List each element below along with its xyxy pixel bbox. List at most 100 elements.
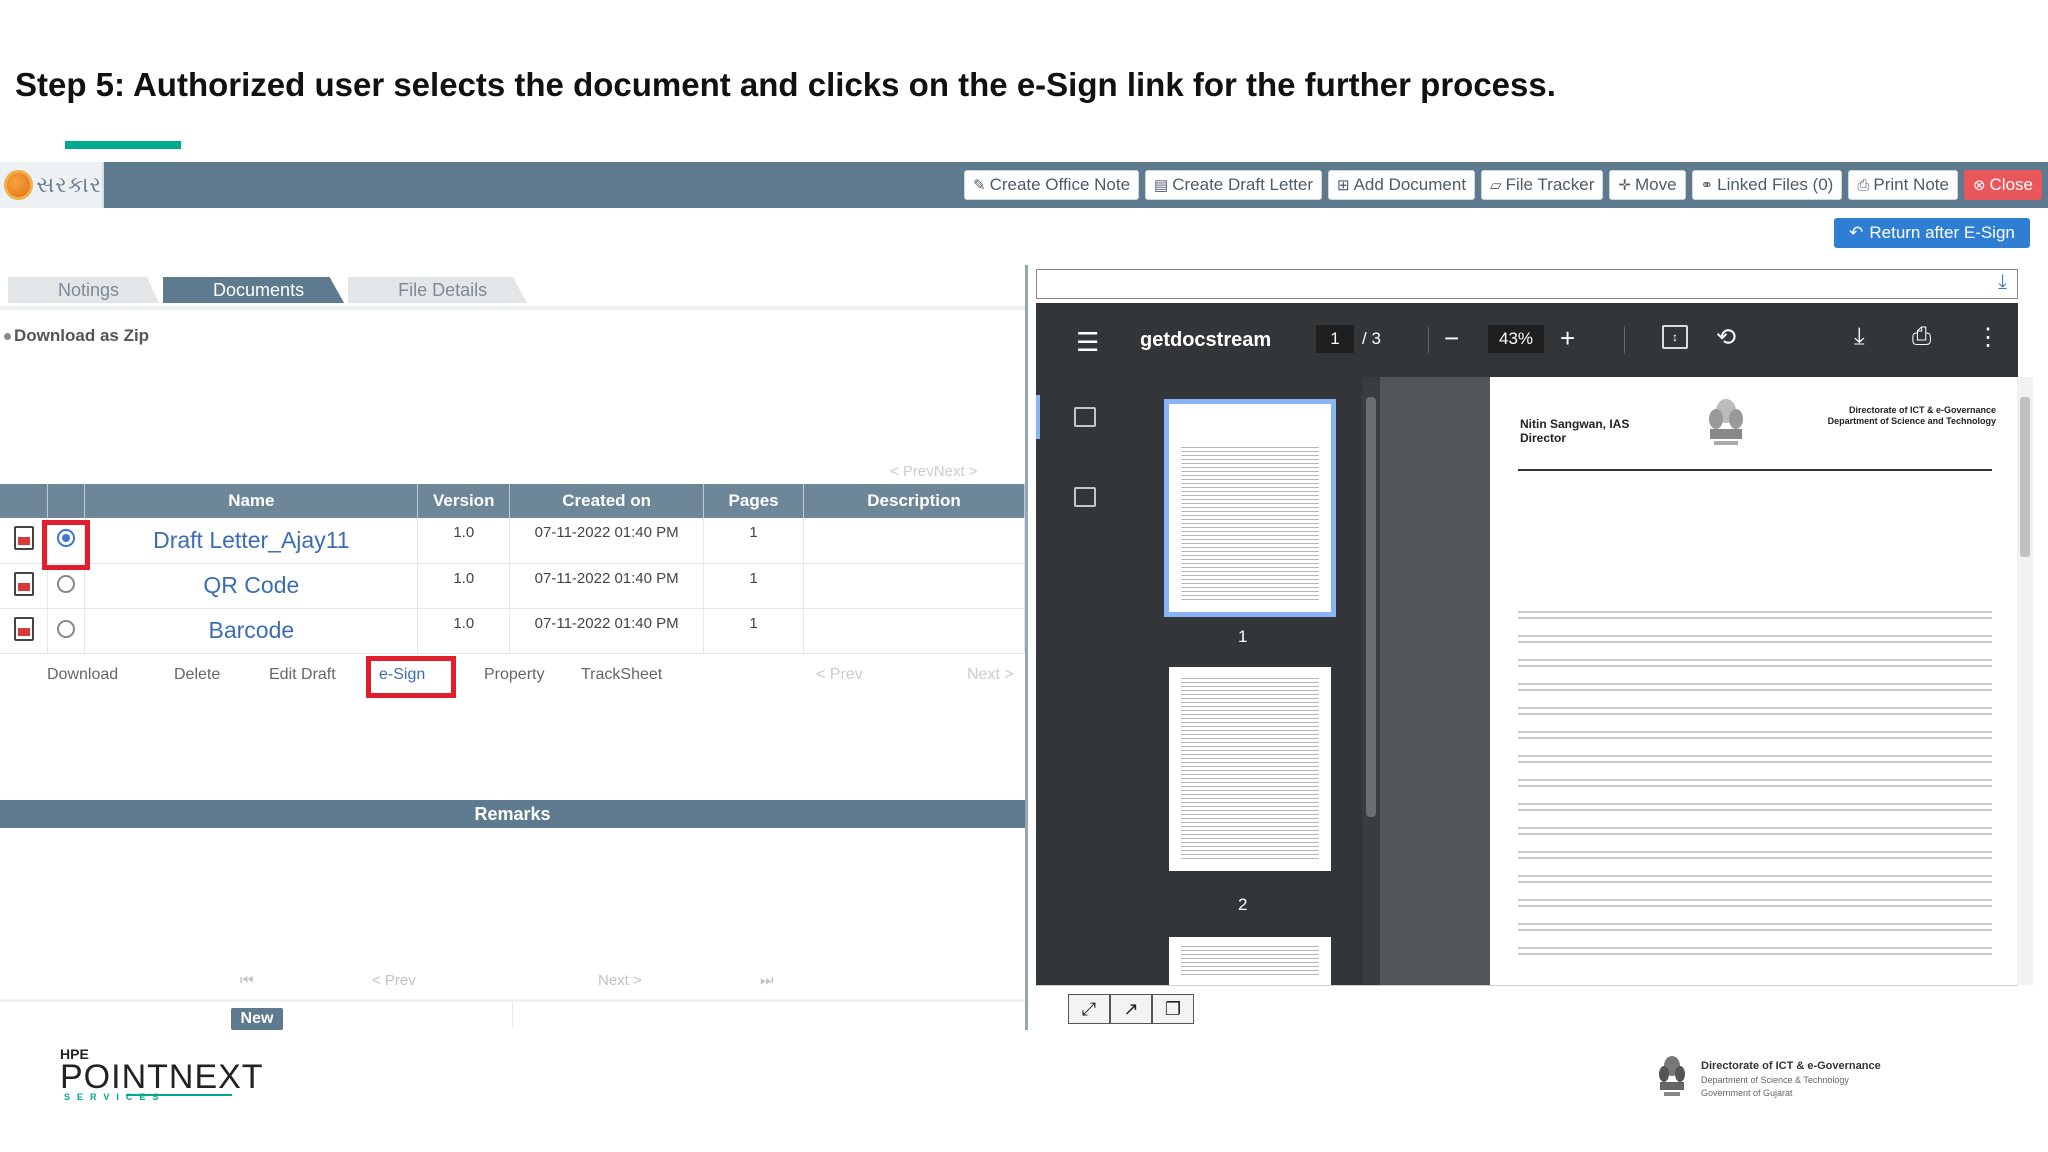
print-icon: ⎙ — [1857, 176, 1870, 194]
delete-link[interactable]: Delete — [174, 666, 269, 684]
zoom-in-icon[interactable]: + — [1560, 323, 1575, 354]
last-page-icon[interactable]: ⏭ — [760, 972, 774, 989]
create-draft-letter-button[interactable]: ▤ Create Draft Letter — [1145, 170, 1323, 200]
version-cell: 1.0 — [417, 563, 511, 609]
outline-view-icon[interactable] — [1074, 487, 1096, 507]
table-row[interactable]: Barcode 1.0 07-11-2022 01:40 PM 1 — [0, 608, 1025, 654]
viewer-controls: ⤢ ↗ ❐ — [1036, 985, 2018, 1030]
tab-file-details[interactable]: File Details — [348, 277, 528, 303]
file-tracker-button[interactable]: ▱ File Tracker — [1481, 170, 1604, 200]
document-actions: Download Delete Edit Draft e-Sign Proper… — [47, 666, 662, 684]
zoom-out-icon[interactable]: − — [1444, 323, 1459, 354]
page-scrollbar[interactable] — [2017, 377, 2033, 985]
gujarat-emblem-icon — [1659, 1056, 1685, 1096]
edit-draft-link[interactable]: Edit Draft — [269, 666, 379, 684]
print-icon[interactable]: ⎙ — [1912, 323, 1931, 351]
description-cell — [803, 518, 1025, 564]
thumbnail-scrollbar[interactable] — [1362, 377, 1380, 985]
toolbar-separator — [1624, 327, 1625, 353]
rotate-icon[interactable]: ⟲ — [1716, 323, 1736, 352]
actions-next-link[interactable]: Next > — [967, 666, 1014, 684]
move-button[interactable]: ✛ Move — [1609, 170, 1686, 200]
table-header-row: Name Version Created on Pages Descriptio… — [0, 484, 1025, 518]
description-cell — [803, 608, 1025, 654]
fit-page-icon[interactable]: ↕ — [1662, 325, 1688, 349]
created-on-cell: 07-11-2022 01:40 PM — [509, 608, 705, 654]
thumbnail-view-icon[interactable] — [1074, 407, 1096, 427]
scrollbar-thumb[interactable] — [1366, 397, 1376, 817]
first-page-icon[interactable]: ⏮ — [240, 972, 254, 989]
remarks-prev-link[interactable]: < Prev — [372, 972, 416, 989]
property-link[interactable]: Property — [484, 666, 581, 684]
more-options-icon[interactable]: ⋮ — [1976, 323, 2000, 352]
button-label: Add Document — [1353, 175, 1467, 194]
top-pagination[interactable]: < PrevNext > — [890, 463, 978, 480]
tab-notings[interactable]: Notings — [8, 277, 160, 303]
column-header-created-on[interactable]: Created on — [509, 484, 705, 518]
column-header-description[interactable]: Description — [803, 484, 1025, 518]
page-thumbnail[interactable] — [1169, 667, 1331, 871]
document-name-link[interactable]: Barcode — [84, 608, 419, 654]
pages-cell: 1 — [703, 608, 805, 654]
remarks-header: Remarks — [0, 800, 1025, 828]
select-radio[interactable] — [57, 574, 76, 593]
table-row[interactable]: QR Code 1.0 07-11-2022 01:40 PM 1 — [0, 563, 1025, 609]
zoom-level-input[interactable]: 43% — [1488, 325, 1544, 353]
menu-icon[interactable]: ☰ — [1076, 327, 1099, 358]
column-header-version[interactable]: Version — [417, 484, 511, 518]
pdf-file-icon[interactable] — [13, 616, 34, 641]
description-cell — [803, 563, 1025, 609]
select-radio[interactable] — [57, 619, 76, 638]
link-label: Download as Zip — [14, 326, 150, 345]
linked-files-button[interactable]: ⚭ Linked Files (0) — [1691, 170, 1843, 200]
esign-highlight-box — [366, 656, 456, 698]
plus-square-icon: ⊞ — [1337, 177, 1350, 194]
actions-prev-link[interactable]: < Prev — [816, 666, 863, 684]
column-header-pages[interactable]: Pages — [703, 484, 805, 518]
download-link[interactable]: Download — [47, 666, 174, 684]
pdf-file-icon[interactable] — [13, 526, 34, 551]
tab-documents[interactable]: Documents — [163, 277, 345, 303]
move-icon: ✛ — [1618, 177, 1631, 194]
table-row[interactable]: Draft Letter_Ajay11 1.0 07-11-2022 01:40… — [0, 518, 1025, 564]
icon-cell — [0, 518, 49, 564]
letter-author: Nitin Sangwan, IAS Director — [1520, 417, 1629, 445]
page-number-input[interactable]: 1 — [1316, 325, 1354, 353]
document-name-link[interactable]: Draft Letter_Ajay11 — [84, 518, 419, 564]
select-column-header — [47, 484, 86, 518]
viewer-address-bar[interactable] — [1036, 269, 2018, 299]
icon-column-header — [0, 484, 49, 518]
tracksheet-link[interactable]: TrackSheet — [581, 666, 662, 684]
close-button[interactable]: ⊗ Close — [1963, 170, 2042, 200]
column-header-name[interactable]: Name — [84, 484, 419, 518]
download-zip-link[interactable]: Download as Zip — [4, 326, 149, 346]
download-icon[interactable]: ⤓ — [1854, 323, 1865, 351]
letter-body-lines — [1518, 605, 1992, 965]
button-label: Close — [1989, 175, 2033, 194]
app-toolbar: સરકાર ✎ Create Office Note ▤ Create Draft … — [0, 162, 2048, 208]
scrollbar-thumb[interactable] — [2020, 397, 2030, 557]
remarks-next-link[interactable]: Next > — [598, 972, 642, 989]
bullet-icon — [4, 333, 11, 341]
page-thumbnail[interactable] — [1169, 937, 1331, 985]
pdf-file-icon[interactable] — [13, 571, 34, 596]
print-note-button[interactable]: ⎙ Print Note — [1848, 170, 1958, 200]
add-document-button[interactable]: ⊞ Add Document — [1328, 170, 1476, 200]
letter-department: Directorate of ICT & e-Governance Depart… — [1826, 405, 1996, 427]
pdf-toolbar: ☰ getdocstream 1 / 3 − 43% + ↕ ⟲ ⤓ ⎙ ⋮ — [1036, 303, 2018, 377]
version-cell: 1.0 — [417, 608, 511, 654]
pdf-content-area: 1 2 Nitin Sangwan, IAS Director Director… — [1036, 377, 2020, 985]
copy-icon[interactable]: ❐ — [1152, 994, 1194, 1024]
open-external-icon[interactable]: ↗ — [1110, 994, 1152, 1024]
letterhead-rule — [1518, 469, 1992, 471]
return-after-esign-button[interactable]: ↶ Return after E-Sign — [1834, 218, 2030, 248]
page-thumbnail[interactable] — [1164, 399, 1336, 617]
new-remark-button[interactable]: New — [231, 1008, 283, 1030]
app-logo[interactable]: સરકાર — [0, 162, 104, 208]
national-emblem-icon — [1709, 399, 1743, 445]
download-arrow-icon[interactable]: ⤓ — [1998, 271, 2007, 294]
create-office-note-button[interactable]: ✎ Create Office Note — [963, 170, 1140, 200]
expand-icon[interactable]: ⤢ — [1068, 994, 1110, 1024]
document-name-link[interactable]: QR Code — [84, 563, 419, 609]
button-label: Print Note — [1873, 175, 1949, 194]
